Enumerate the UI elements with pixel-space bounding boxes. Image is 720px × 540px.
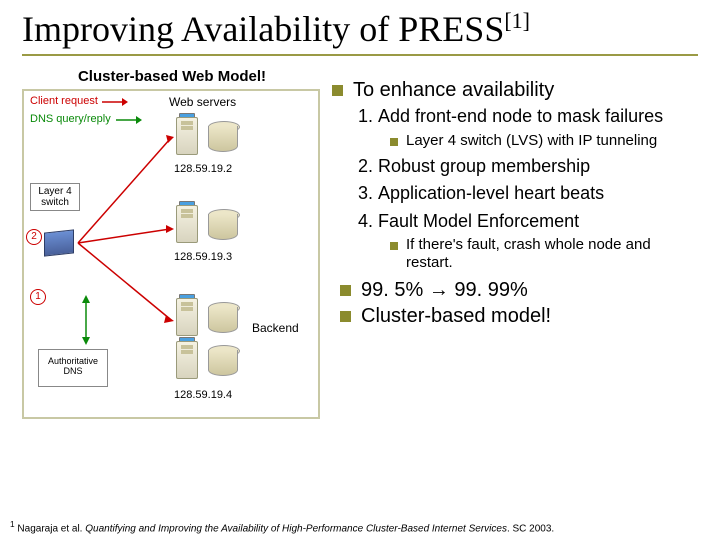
heading-text: To enhance availability (353, 78, 554, 102)
result2-row: Cluster-based model! (340, 304, 698, 328)
square-bullet-icon (332, 85, 343, 96)
title-text: Improving Availability of PRESS (22, 9, 504, 49)
web-servers-header: Web servers (169, 95, 236, 109)
list-item: Add front-end node to mask failures Laye… (378, 106, 698, 150)
footnote: 1 Nagaraja et al. Quantifying and Improv… (10, 520, 710, 534)
topology-arrows-icon (74, 131, 174, 351)
square-bullet-icon (390, 242, 398, 250)
backend-label: Backend (252, 321, 299, 335)
title-superscript: [1] (504, 8, 530, 33)
sub-4-text: If there's fault, crash whole node and r… (406, 236, 698, 272)
ip-address-3: 128.59.19.4 (174, 389, 232, 401)
auth-dns-label: Authoritative DNS (48, 356, 98, 376)
layer4-label: Layer 4 switch (38, 186, 71, 208)
circle-1: 1 (30, 289, 46, 305)
footnote-post: . SC 2003. (507, 523, 554, 534)
sub-bullet: If there's fault, crash whole node and r… (390, 236, 698, 272)
layer4-box: Layer 4 switch (30, 183, 80, 211)
server-icon (174, 296, 202, 340)
disk-icon (208, 121, 238, 155)
diagram-caption: Cluster-based Web Model! (22, 68, 322, 85)
square-bullet-icon (390, 138, 398, 146)
disk-icon (208, 345, 238, 379)
client-request-arrow-icon (102, 97, 128, 107)
square-bullet-icon (340, 311, 351, 322)
item-4-text: Fault Model Enforcement (378, 211, 579, 231)
list-item: Application-level heart beats (378, 183, 698, 205)
item-1-text: Add front-end node to mask failures (378, 106, 663, 126)
list-item: Fault Model Enforcement If there's fault… (378, 211, 698, 273)
bullet-heading-row: To enhance availability (332, 78, 698, 102)
numbered-list: Add front-end node to mask failures Laye… (332, 106, 698, 272)
result-row: 99. 5% → 99. 99% (340, 278, 698, 302)
content-columns: Cluster-based Web Model! Client request … (22, 68, 698, 419)
list-item: Robust group membership (378, 156, 698, 178)
server-icon (174, 203, 202, 247)
circle-2: 2 (26, 229, 42, 245)
footnote-pre: Nagaraja et al. (15, 523, 86, 534)
dns-query-label: DNS query/reply (30, 113, 111, 125)
left-column: Cluster-based Web Model! Client request … (22, 68, 322, 419)
sub-1-text: Layer 4 switch (LVS) with IP tunneling (406, 132, 657, 150)
slide: Improving Availability of PRESS[1] Clust… (0, 0, 720, 540)
disk-icon (208, 302, 238, 336)
authoritative-dns-box: Authoritative DNS (38, 349, 108, 387)
ip-address-2: 128.59.19.3 (174, 251, 232, 263)
client-request-label: Client request (30, 95, 98, 107)
footnote-italic: Quantifying and Improving the Availabili… (85, 523, 507, 534)
ip-address-1: 128.59.19.2 (174, 163, 232, 175)
disk-icon (208, 209, 238, 243)
result2-text: Cluster-based model! (361, 304, 551, 328)
item-3-text: Application-level heart beats (378, 183, 604, 203)
right-column: To enhance availability Add front-end no… (332, 68, 698, 419)
square-bullet-icon (340, 285, 351, 296)
architecture-diagram: Client request DNS query/reply Web serve… (22, 89, 320, 419)
result-text: 99. 5% → 99. 99% (361, 278, 528, 302)
sub-bullet: Layer 4 switch (LVS) with IP tunneling (390, 132, 698, 150)
dns-arrow-icon (116, 115, 142, 125)
server-icon (174, 115, 202, 159)
title-underline: Improving Availability of PRESS[1] (22, 8, 698, 56)
slide-title: Improving Availability of PRESS[1] (22, 8, 698, 50)
switch-icon (44, 229, 74, 256)
server-icon (174, 339, 202, 383)
item-2-text: Robust group membership (378, 156, 590, 176)
